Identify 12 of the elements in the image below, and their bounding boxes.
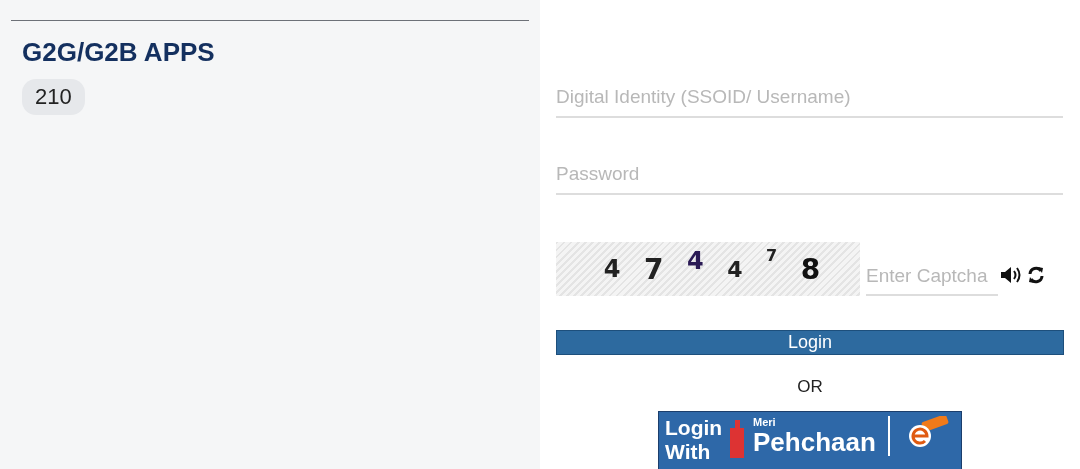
refresh-icon[interactable]	[1027, 266, 1045, 284]
login-button[interactable]: Login	[556, 330, 1064, 355]
username-field[interactable]: Digital Identity (SSOID/ Username)	[556, 78, 1063, 118]
speaker-icon[interactable]	[1000, 266, 1022, 284]
section-title: G2G/G2B APPS	[22, 37, 216, 67]
password-field[interactable]: Password	[556, 155, 1063, 195]
captcha-field[interactable]: Enter Captcha	[866, 257, 998, 296]
person-icon	[729, 418, 745, 458]
count-badge: 210	[22, 79, 85, 115]
separator-text: OR	[796, 377, 824, 397]
meri-pehchaan-login-button[interactable]: Login With Meri Pehchaan	[658, 411, 962, 469]
captcha-image: 4 7 4 4 7 8	[556, 242, 860, 296]
